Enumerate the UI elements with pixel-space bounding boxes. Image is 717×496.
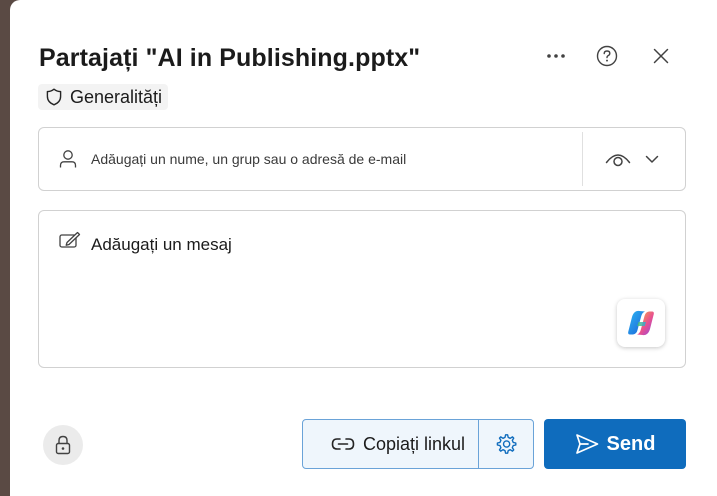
person-icon xyxy=(59,150,77,168)
eye-icon xyxy=(605,154,631,167)
more-icon xyxy=(547,54,565,58)
permission-dropdown[interactable] xyxy=(599,142,671,176)
copy-link-button[interactable]: Copiați linkul xyxy=(303,420,478,468)
recipient-divider xyxy=(582,132,583,186)
recipient-input[interactable] xyxy=(91,146,571,172)
link-settings-button[interactable] xyxy=(479,420,533,468)
copilot-button[interactable] xyxy=(617,299,665,347)
gear-icon xyxy=(496,434,517,454)
share-dialog: Partajați "AI in Publishing.pptx" Genera… xyxy=(10,0,717,496)
shield-icon xyxy=(46,88,62,106)
link-icon xyxy=(331,438,355,450)
sensitivity-badge[interactable]: Generalități xyxy=(38,84,169,110)
copy-link-label: Copiați linkul xyxy=(363,433,466,454)
chevron-down-icon xyxy=(645,155,659,163)
close-icon xyxy=(653,48,669,64)
compose-icon xyxy=(59,231,81,248)
send-button[interactable]: Send xyxy=(544,419,686,469)
more-options-button[interactable] xyxy=(538,38,574,74)
send-icon xyxy=(575,434,598,454)
copilot-icon xyxy=(628,310,654,336)
message-field[interactable] xyxy=(38,210,686,368)
message-input[interactable] xyxy=(91,235,611,345)
recipient-field[interactable] xyxy=(38,127,686,191)
help-button[interactable] xyxy=(589,38,625,74)
close-button[interactable] xyxy=(643,38,679,74)
sensitivity-label: Generalități xyxy=(70,86,163,107)
lock-icon xyxy=(55,435,71,455)
copy-link-group: Copiați linkul xyxy=(302,419,534,469)
send-label: Send xyxy=(606,432,656,455)
link-settings-lock-button[interactable] xyxy=(43,425,83,465)
dialog-title: Partajați "AI in Publishing.pptx" xyxy=(39,44,421,72)
help-icon xyxy=(596,45,618,67)
